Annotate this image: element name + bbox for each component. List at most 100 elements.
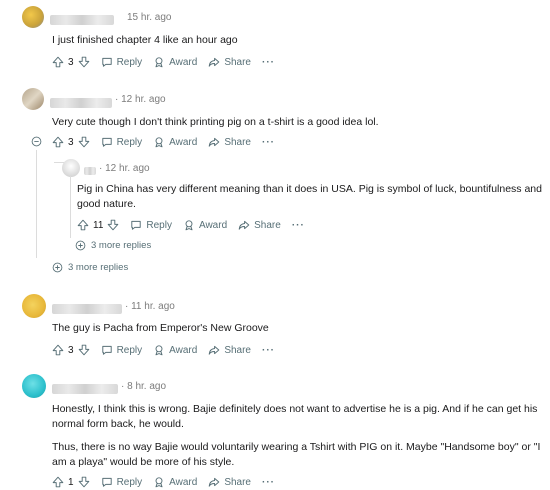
vote-control: 1 [52,476,90,488]
reply-label: Reply [116,136,143,148]
share-button[interactable]: Share [238,219,281,231]
vote-count: 3 [68,136,74,148]
username[interactable] [84,162,96,180]
username[interactable] [52,380,118,398]
award-button[interactable]: Award [153,56,197,68]
comment-actions: 3 Reply Award Share ··· [52,342,286,358]
thread-line[interactable] [70,176,71,238]
award-icon [153,56,165,68]
reply-icon [101,56,113,68]
reply-button[interactable]: Reply [101,344,143,356]
reply-button[interactable]: Reply [130,219,172,231]
reply-label: Reply [116,56,143,68]
reply-button[interactable]: Reply [101,476,143,488]
comment-actions: 11 Reply Award Share ··· [77,217,316,233]
timestamp: · 8 hr. ago [121,381,167,392]
reply-icon [101,476,113,488]
avatar[interactable] [22,374,46,398]
avatar[interactable] [62,159,80,177]
thread-line[interactable] [36,150,37,258]
upvote-icon[interactable] [77,219,89,231]
avatar[interactable] [22,6,44,28]
share-icon [208,476,220,488]
award-button[interactable]: Award [153,136,197,148]
share-label: Share [224,136,251,148]
username[interactable] [50,11,114,29]
vote-control: 3 [52,344,90,356]
vote-count: 11 [93,219,104,231]
downvote-icon[interactable] [107,219,119,231]
award-icon [183,219,195,231]
award-button[interactable]: Award [183,219,227,231]
share-label: Share [224,344,251,356]
more-options-button[interactable]: ··· [262,477,275,488]
vote-count: 1 [68,476,74,488]
comment-actions: 3 Reply Award Share ··· [52,134,286,150]
comment-text: The guy is Pacha from Emperor's New Groo… [52,322,269,334]
comment-text-paragraph-1: Honestly, I think this is wrong. Bajie d… [52,403,538,430]
reply-label: Reply [116,476,143,488]
downvote-icon[interactable] [78,136,90,148]
reply-button[interactable]: Reply [101,56,143,68]
share-label: Share [224,476,251,488]
plus-circle-icon [52,262,63,273]
avatar[interactable] [22,88,44,110]
award-label: Award [169,476,198,488]
more-replies-label: 3 more replies [68,262,129,273]
timestamp: 15 hr. ago [127,12,172,23]
reply-label: Reply [146,219,172,231]
award-button[interactable]: Award [153,344,197,356]
comment-text-paragraph-2: Thus, there is no way Bajie would volunt… [52,441,541,468]
downvote-icon[interactable] [78,344,90,356]
reply-icon [101,136,113,148]
timestamp: · 12 hr. ago [99,163,150,174]
upvote-icon[interactable] [52,136,64,148]
award-icon [153,136,165,148]
upvote-icon[interactable] [52,344,64,356]
award-button[interactable]: Award [153,476,197,488]
reply-icon [130,219,142,231]
reply-label: Reply [116,344,143,356]
share-button[interactable]: Share [208,344,251,356]
vote-count: 3 [68,56,74,68]
reply-button[interactable]: Reply [101,136,143,148]
comment-actions: 3 Reply Award Share ··· [52,54,286,70]
more-options-button[interactable]: ··· [262,137,275,148]
award-label: Award [169,136,198,148]
share-button[interactable]: Share [208,136,251,148]
comment-text: Very cute though I don't think printing … [52,116,379,128]
collapse-icon[interactable] [31,136,42,147]
award-label: Award [198,219,228,231]
more-replies-label: 3 more replies [91,240,152,251]
share-label: Share [224,56,251,68]
share-button[interactable]: Share [208,56,251,68]
timestamp: · 12 hr. ago [115,94,166,105]
vote-control: 3 [52,56,90,68]
more-replies-link[interactable]: 3 more replies [52,262,128,273]
comment-text: I just finished chapter 4 like an hour a… [52,34,238,46]
upvote-icon[interactable] [52,476,64,488]
upvote-icon[interactable] [52,56,64,68]
downvote-icon[interactable] [78,476,90,488]
username[interactable] [52,300,122,318]
avatar[interactable] [22,294,46,318]
share-icon [208,344,220,356]
plus-circle-icon [75,240,86,251]
award-icon [153,344,165,356]
more-options-button[interactable]: ··· [262,345,275,356]
more-replies-link[interactable]: 3 more replies [75,240,151,251]
share-icon [238,219,250,231]
award-icon [153,476,165,488]
downvote-icon[interactable] [78,56,90,68]
more-options-button[interactable]: ··· [292,220,305,231]
username[interactable] [50,94,112,112]
more-options-button[interactable]: ··· [262,57,275,68]
share-button[interactable]: Share [208,476,251,488]
share-label: Share [254,219,281,231]
comment-text: Pig in China has very different meaning … [77,183,542,210]
timestamp: · 11 hr. ago [125,301,175,312]
vote-control: 3 [52,136,90,148]
award-label: Award [169,344,198,356]
share-icon [208,136,220,148]
share-icon [208,56,220,68]
